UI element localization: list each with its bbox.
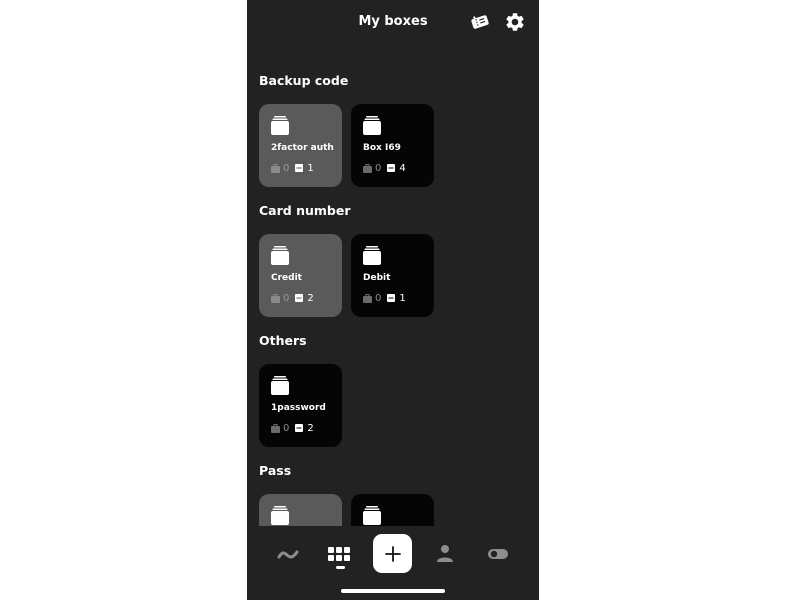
- gear-icon[interactable]: [504, 11, 526, 33]
- briefcase-icon: [271, 163, 280, 173]
- toggle-icon[interactable]: [486, 542, 510, 566]
- box-count-a: 0: [283, 422, 290, 434]
- box-name: Box I69: [363, 143, 401, 153]
- box-stats: 0 2: [271, 292, 314, 304]
- person-icon[interactable]: [433, 542, 457, 566]
- phone-screen: My boxes Backup code 2factor auth 0 1 Bo…: [247, 0, 539, 600]
- section-title-pass: Pass: [259, 463, 292, 478]
- box-name: Debit: [363, 273, 391, 283]
- box-icon: [271, 116, 289, 135]
- card-icon: [295, 294, 304, 302]
- box-count-b: 1: [307, 162, 314, 174]
- bottom-nav: [247, 526, 539, 600]
- box-card[interactable]: [259, 494, 342, 526]
- box-name: Credit: [271, 273, 302, 283]
- ticket-icon[interactable]: [469, 11, 491, 33]
- box-count-b: 2: [307, 422, 314, 434]
- box-card[interactable]: Box I69 0 4: [351, 104, 434, 187]
- box-name: 2factor auth: [271, 143, 334, 153]
- box-name: 1password: [271, 403, 326, 413]
- box-stats: 0 2: [271, 422, 314, 434]
- box-card[interactable]: Debit 0 1: [351, 234, 434, 317]
- header: My boxes: [247, 0, 539, 46]
- box-stats: 0 4: [363, 162, 406, 174]
- section-title-others: Others: [259, 333, 307, 348]
- box-card[interactable]: Credit 0 2: [259, 234, 342, 317]
- briefcase-icon: [271, 423, 280, 433]
- home-indicator[interactable]: [341, 589, 445, 593]
- card-icon: [295, 424, 304, 432]
- box-icon: [363, 246, 381, 265]
- briefcase-icon: [363, 163, 372, 173]
- active-tab-indicator: [336, 566, 345, 569]
- card-icon: [387, 164, 396, 172]
- box-count-b: 4: [399, 162, 406, 174]
- box-count-a: 0: [375, 292, 382, 304]
- box-icon: [363, 116, 381, 135]
- add-button[interactable]: [373, 534, 412, 573]
- page-title: My boxes: [358, 14, 428, 29]
- box-icon: [363, 506, 381, 525]
- box-card[interactable]: 2factor auth 0 1: [259, 104, 342, 187]
- box-card[interactable]: [351, 494, 434, 526]
- box-count-a: 0: [283, 292, 290, 304]
- section-title-backup-code: Backup code: [259, 73, 349, 88]
- box-icon: [271, 506, 289, 525]
- boxes-list[interactable]: Backup code 2factor auth 0 1 Box I69 0 4…: [247, 60, 539, 526]
- box-stats: 0 1: [271, 162, 314, 174]
- card-icon: [387, 294, 396, 302]
- box-card[interactable]: 1password 0 2: [259, 364, 342, 447]
- box-count-b: 2: [307, 292, 314, 304]
- box-count-a: 0: [375, 162, 382, 174]
- card-icon: [295, 164, 304, 172]
- box-count-a: 0: [283, 162, 290, 174]
- section-title-card-number: Card number: [259, 203, 351, 218]
- briefcase-icon: [363, 293, 372, 303]
- briefcase-icon: [271, 293, 280, 303]
- box-icon: [271, 376, 289, 395]
- grid-icon[interactable]: [328, 542, 352, 566]
- box-stats: 0 1: [363, 292, 406, 304]
- add-icon: [384, 545, 401, 562]
- box-icon: [271, 246, 289, 265]
- activity-icon[interactable]: [276, 542, 300, 566]
- box-count-b: 1: [399, 292, 406, 304]
